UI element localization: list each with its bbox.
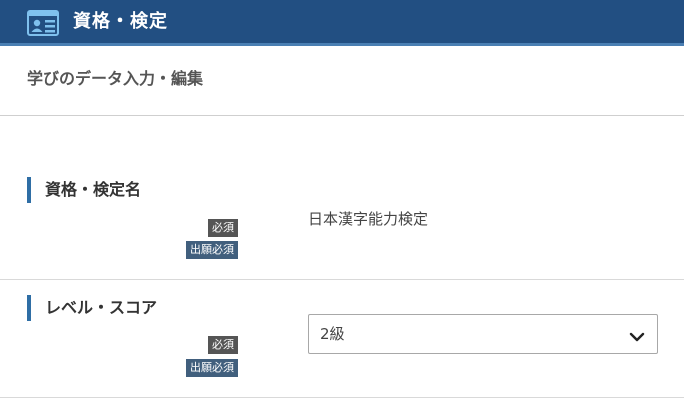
required-badge: 必須 — [208, 336, 238, 354]
level-score-selected-value: 2級 — [320, 325, 345, 343]
app-header: 資格・検定 — [0, 0, 684, 46]
field-row-level-score: レベル・スコア 必須 出願必須 2級 — [0, 280, 684, 398]
level-score-select[interactable]: 2級 — [308, 314, 658, 354]
page-title: 学びのデータ入力・編集 — [27, 69, 204, 88]
header-title: 資格・検定 — [73, 11, 168, 32]
application-required-badge: 出願必須 — [186, 241, 238, 259]
field-label-qualification: 資格・検定名 — [27, 177, 141, 203]
page-subheader: 学びのデータ入力・編集 — [0, 46, 684, 116]
chevron-down-icon — [629, 328, 645, 342]
id-card-icon — [27, 10, 59, 36]
field-label-level-score: レベル・スコア — [27, 295, 157, 321]
application-required-badge: 出願必須 — [186, 359, 238, 377]
qualification-value: 日本漢字能力検定 — [308, 210, 429, 228]
required-badge: 必須 — [208, 219, 238, 237]
field-row-qualification: 資格・検定名 必須 出願必須 日本漢字能力検定 — [0, 116, 684, 280]
